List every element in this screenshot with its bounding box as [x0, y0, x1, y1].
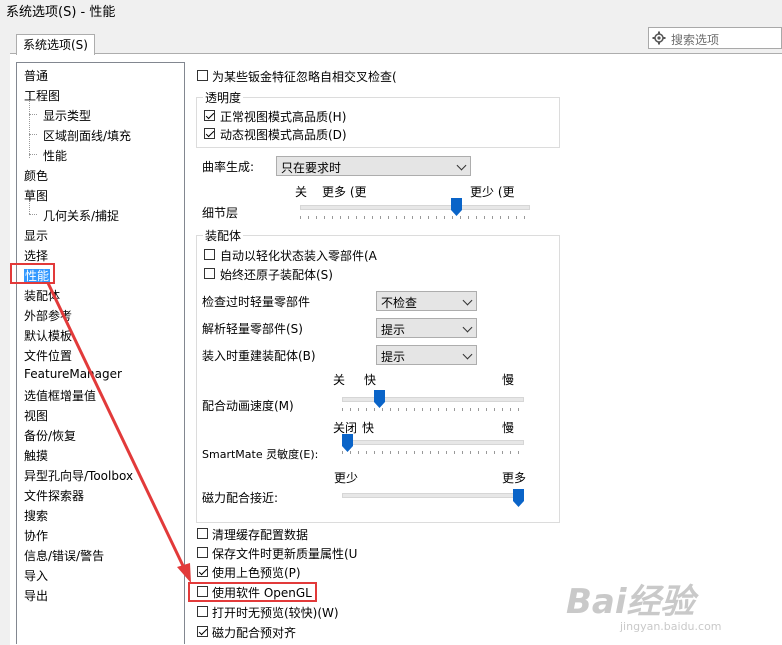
annotation-arrow: [46, 282, 191, 583]
watermark-url: jingyan.baidu.com: [620, 620, 722, 633]
watermark-logo: Bai经验: [566, 582, 695, 622]
